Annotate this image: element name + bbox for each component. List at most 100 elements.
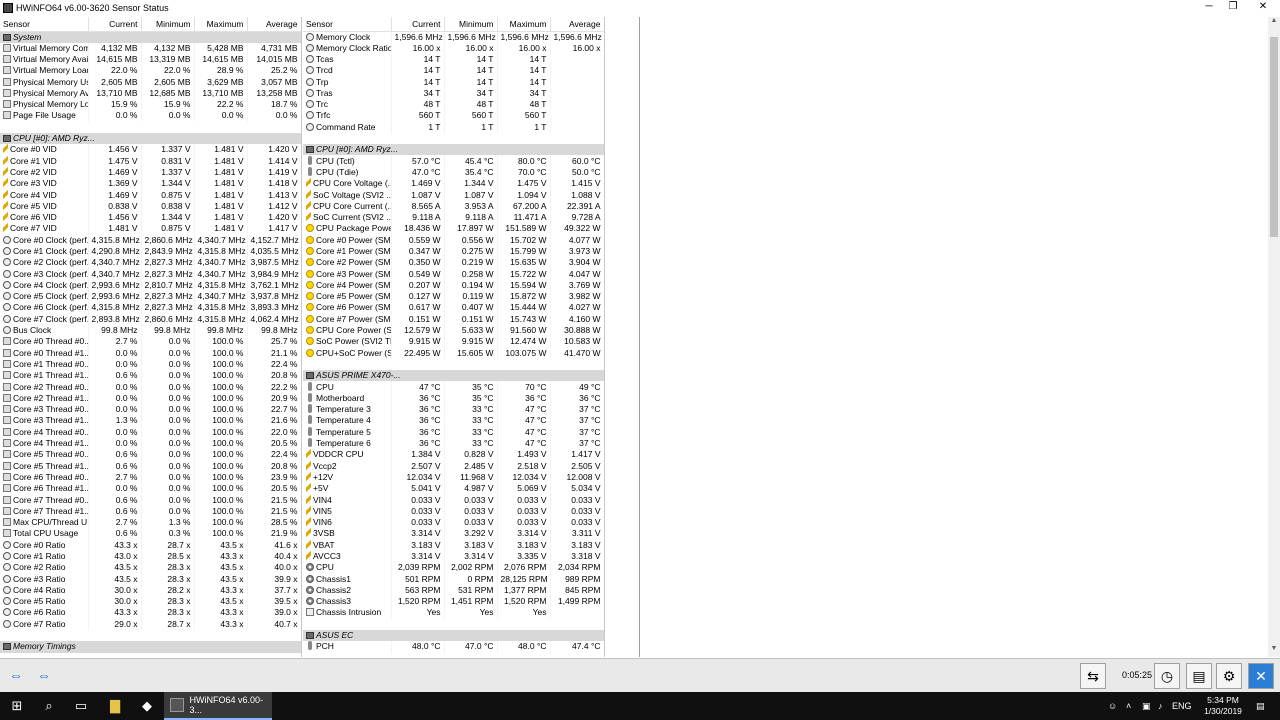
sensor-row[interactable]: Core #4 Ratio 30.0 x 28.2 x 43.3 x 37.7 x — [0, 584, 301, 597]
sensor-row[interactable]: Core #0 Ratio 43.3 x 28.7 x 43.5 x 41.6 x — [0, 539, 301, 551]
sensor-group-header[interactable]: CPU [#0]: AMD Ryz... — [0, 132, 301, 145]
sensor-row[interactable]: Core #3 Clock (perf... 4,340.7 MHz 2,827.3… — [0, 268, 301, 280]
sensor-row[interactable]: VDDCR CPU 1.384 V 0.828 V 1.493 V 1.417 V — [303, 449, 604, 461]
nav-back-forward-icon[interactable]: ⇔ — [4, 667, 28, 683]
sensor-row[interactable]: Core #5 Thread #1... 0.6 % 0.0 % 100.0 % 20.… — [0, 460, 301, 472]
sensor-row[interactable]: Physical Memory Used2,605 MB2,605 MB3,62… — [0, 76, 301, 88]
scrollbar-thumb[interactable] — [1270, 37, 1278, 237]
sensor-group-header[interactable]: Memory Timings — [0, 641, 301, 653]
sensor-row[interactable]: Temperature 5 36 °C 33 °C 47 °C 37 °C — [303, 426, 604, 438]
sensor-row[interactable]: AVCC3 3.314 V 3.314 V 3.335 V 3.318 V — [303, 550, 604, 563]
sensor-row[interactable]: Core #6 Power (SMU)0.617 W0.407 W15.444 … — [303, 302, 604, 314]
sensor-row[interactable]: Page File Usage 0.0 % 0.0 % 0.0 % 0.0 % — [0, 110, 301, 122]
sensor-row[interactable]: CPU (Tctl) 57.0 °C 45.4 °C 80.0 °C 60.0 °C — [303, 155, 604, 167]
sensor-row[interactable]: SoC Voltage (SVI2 ... 1.087 V 1.087 V 1.094… — [303, 189, 604, 201]
sensor-row[interactable]: Core #7 Thread #1... 0.6 % 0.0 % 100.0 % 21.… — [0, 505, 301, 517]
sensor-row[interactable]: PCH 48.0 °C 47.0 °C 48.0 °C 47.4 °C — [303, 641, 604, 653]
sensor-row[interactable]: VBAT 3.183 V 3.183 V 3.183 V 3.183 V — [303, 539, 604, 551]
scroll-down-icon[interactable]: ▼ — [1268, 645, 1280, 657]
sensor-row[interactable]: Core #1 Clock (perf... 4,290.8 MHz 2,843.9… — [0, 245, 301, 258]
sensor-row[interactable]: +12V 12.034 V 11.968 V 12.034 V 12.008 V — [303, 471, 604, 484]
sensor-row[interactable]: Core #7 VID 1.481 V 0.875 V 1.481 V 1.417 V — [0, 223, 301, 235]
col-header-maximum[interactable]: Maximum — [194, 17, 248, 32]
col-header-minimum[interactable]: Minimum — [141, 17, 195, 32]
tray-chevron-icon[interactable]: ˄ — [1126, 692, 1131, 720]
sensor-row[interactable]: Core #4 Power (SMU)0.207 W0.194 W15.594 … — [303, 279, 604, 292]
sensor-row[interactable]: Core #7 Power (SMU)0.151 W0.151 W15.743 … — [303, 313, 604, 325]
sensor-row[interactable]: Vccp2 2.507 V 2.485 V 2.518 V 2.505 V — [303, 460, 604, 472]
sensor-row[interactable]: Core #6 Clock (perf... 4,315.8 MHz 2,827.3… — [0, 302, 301, 314]
people-icon[interactable]: ☺ — [1108, 692, 1117, 720]
sensor-row[interactable]: Core #6 Thread #1... 0.0 % 0.0 % 100.0 % 20.… — [0, 483, 301, 495]
sensor-row[interactable]: CPU Core Power (S... 12.579 W 5.633 W 91.56… — [303, 324, 604, 337]
sensor-row[interactable]: Temperature 4 36 °C 33 °C 47 °C 37 °C — [303, 415, 604, 427]
sensor-row[interactable]: Command Rate 1 T1 T1 T — [303, 121, 604, 133]
sensor-group-header[interactable]: System — [0, 31, 301, 43]
sensor-row[interactable]: Core #0 Power (SMU)0.559 W0.556 W15.702 … — [303, 234, 604, 246]
sensor-row[interactable]: CPU+SoC Power (S...22.495 W15.605 W103.0… — [303, 347, 604, 359]
sensor-row[interactable]: SoC Power (SVI2 TFN)9.915 W9.915 W12.474… — [303, 336, 604, 348]
clock-reset-button[interactable]: ◷ — [1154, 663, 1180, 689]
sensor-row[interactable]: Chassis3 1,520 RPM 1,451 RPM 1,520 RPM 1,499… — [303, 596, 604, 608]
sensor-row[interactable]: Chassis Intrusion Yes Yes Yes — [303, 607, 604, 619]
sensor-row[interactable]: Core #2 VID 1.469 V 1.337 V 1.481 V 1.419 V — [0, 166, 301, 179]
close-sensors-button[interactable]: ✕ — [1248, 663, 1274, 689]
sensor-row[interactable]: Tras 34 T 34 T 34 T — [303, 87, 604, 99]
scroll-up-icon[interactable]: ▲ — [1268, 17, 1280, 29]
sensor-row[interactable]: Chassis1 501 RPM 0 RPM 28,125 RPM 989 RPM — [303, 573, 604, 585]
sensor-row[interactable]: Trc 48 T 48 T 48 T — [303, 98, 604, 111]
nav-expand-icon[interactable]: ⇔ — [32, 667, 56, 683]
col-header-average[interactable]: Average — [550, 17, 604, 32]
sensor-row[interactable]: Core #1 Thread #1... 0.6 % 0.0 % 100.0 % 20.… — [0, 370, 301, 382]
sensor-row[interactable]: Core #2 Thread #0... 0.0 % 0.0 % 100.0 % 22.… — [0, 381, 301, 393]
network-sensors-button[interactable]: ⇆ — [1080, 663, 1106, 689]
sensor-row[interactable]: Temperature 6 36 °C 33 °C 47 °C 37 °C — [303, 437, 604, 450]
sensor-row[interactable]: VIN4 0.033 V 0.033 V 0.033 V 0.033 V — [303, 494, 604, 506]
system-clock[interactable]: 5:34 PM 1/30/2019 — [1200, 695, 1246, 717]
volume-icon[interactable]: ♪ — [1158, 692, 1163, 720]
sensor-row[interactable]: Physical Memory Load15.9 %15.9 %22.2 %18… — [0, 98, 301, 111]
sensor-row[interactable]: Virtual Memory Load 22.0 % 22.0 % 28.9 % 25.… — [0, 65, 301, 77]
sensor-row[interactable]: Core #5 Power (SMU)0.127 W0.119 W15.872 … — [303, 291, 604, 303]
sensor-row[interactable]: Bus Clock 99.8 MHz 99.8 MHz 99.8 MHz 99.8 MH… — [0, 324, 301, 337]
sensor-row[interactable]: Core #5 VID 0.838 V 0.838 V 1.481 V 1.412 V — [0, 200, 301, 212]
col-header-average[interactable]: Average — [247, 17, 301, 32]
sensor-group-header[interactable]: ASUS EC — [303, 629, 604, 642]
sensor-row[interactable]: Core #2 Ratio 43.5 x 28.3 x 43.5 x 40.0 x — [0, 562, 301, 574]
sensor-row[interactable]: Core #1 Power (SMU)0.347 W0.275 W15.799 … — [303, 245, 604, 258]
sensor-row[interactable]: Core #0 Thread #1... 0.0 % 0.0 % 100.0 % 21.… — [0, 347, 301, 359]
vertical-scrollbar[interactable]: ▲ ▼ — [1268, 17, 1280, 657]
sensor-row[interactable]: Core #1 Ratio 43.0 x 28.5 x 43.3 x 40.4 x — [0, 550, 301, 563]
sensor-row[interactable]: SoC Current (SVI2 ... 9.118 A 9.118 A 11.47… — [303, 211, 604, 224]
sensor-row[interactable]: Chassis2 563 RPM 531 RPM 1,377 RPM 845 RPM — [303, 584, 604, 597]
task-view-icon[interactable]: ▭ — [64, 692, 98, 720]
log-add-button[interactable]: ▤ — [1186, 663, 1212, 689]
sensor-group-header[interactable]: ASUS PRIME X470-... — [303, 370, 604, 382]
sensor-row[interactable]: Core #1 Thread #0... 0.0 % 0.0 % 100.0 % 22.… — [0, 358, 301, 371]
sensor-row[interactable]: CPU Core Voltage (... 1.469 V 1.344 V 1.475… — [303, 178, 604, 190]
sensor-row[interactable]: Physical Memory Av... 13,710 MB 12,685 MB 1… — [0, 87, 301, 99]
sensor-row[interactable]: Motherboard 36 °C 35 °C 36 °C 36 °C — [303, 392, 604, 404]
sensor-panel-right[interactable]: Sensor Current Minimum Maximum Average M… — [303, 17, 605, 657]
sensor-row[interactable]: Total CPU Usage 0.6 % 0.3 % 100.0 % 21.9 % — [0, 528, 301, 540]
sensor-row[interactable]: Memory Clock 1,596.6 MHz 1,596.6 MHz 1,596.… — [303, 31, 604, 43]
sensor-row[interactable]: Core #6 Ratio 43.3 x 28.3 x 43.3 x 39.0 x — [0, 607, 301, 619]
sensor-row[interactable]: Core #3 Thread #0... 0.0 % 0.0 % 100.0 % 22.… — [0, 404, 301, 416]
col-header-current[interactable]: Current — [88, 17, 142, 32]
sensor-row[interactable]: Core #0 Thread #0... 2.7 % 0.0 % 100.0 % 25.… — [0, 336, 301, 348]
sensor-row[interactable]: Virtual Memory Avai... 14,615 MB 13,319 MB… — [0, 53, 301, 66]
sensor-row[interactable]: Core #3 VID 1.369 V 1.344 V 1.481 V 1.418 V — [0, 178, 301, 190]
maximize-button[interactable]: ❐ — [1216, 0, 1250, 14]
col-header-minimum[interactable]: Minimum — [444, 17, 498, 32]
sensor-row[interactable]: VIN6 0.033 V 0.033 V 0.033 V 0.033 V — [303, 516, 604, 529]
sensor-row[interactable]: CPU (Tdie) 47.0 °C 35.4 °C 70.0 °C 50.0 °C — [303, 166, 604, 179]
sensor-row[interactable]: Memory Clock Ratio 16.00 x 16.00 x 16.00 x1… — [303, 42, 604, 54]
sensor-row[interactable]: Core #1 VID 1.475 V 0.831 V 1.481 V 1.414 V — [0, 155, 301, 167]
network-icon[interactable]: ▣ — [1142, 692, 1151, 720]
close-button[interactable]: ✕ — [1246, 0, 1280, 14]
sensor-row[interactable]: Core #4 VID 1.469 V 0.875 V 1.481 V 1.413 V — [0, 189, 301, 201]
sensor-row[interactable]: Core #0 Clock (perf... 4,315.8 MHz 2,860.6… — [0, 234, 301, 246]
col-header-current[interactable]: Current — [391, 17, 445, 32]
sensor-row[interactable]: +5V 5.041 V 4.987 V 5.069 V 5.034 V — [303, 483, 604, 495]
sensor-row[interactable]: Core #3 Thread #1... 1.3 % 0.0 % 100.0 % 21.… — [0, 415, 301, 427]
